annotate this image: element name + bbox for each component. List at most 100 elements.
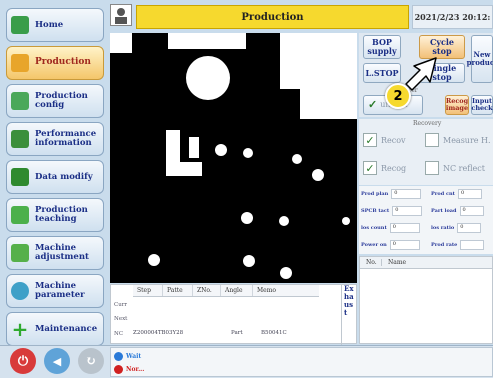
sidebar-item-machine-adjustment[interactable]: Machine adjustment [6,236,104,270]
exhaust-text: Exhaust [344,284,354,318]
message-wait: Wait [114,350,141,362]
sidebar-item-label: Data modify [35,171,93,182]
sidebar-item-machine-parameter[interactable]: Machine parameter [6,274,104,308]
stat-label: los count [361,225,387,231]
refresh-button[interactable]: ↻ [78,348,104,374]
col-name: Name [388,259,407,266]
recovery-title: Recovery [413,120,442,127]
check-icon: ✓ [363,161,377,175]
stat-prod-rate: Prod rate [431,239,485,251]
col-memo: Memo [257,287,276,294]
stat-label: los ratio [431,225,455,231]
program-list[interactable]: No. Name [359,256,493,344]
stat-value: 0 [459,206,484,216]
parameter-icon [11,282,29,300]
sidebar-item-data-modify[interactable]: Data modify [6,160,104,194]
col-step: Step [133,285,163,296]
stat-value: 0 [389,240,420,250]
bop-supply-button[interactable]: BOP supply [363,35,401,59]
stat-prod-cnt: Prod cnt 0 [431,188,482,200]
message-normal: Nor... [114,363,144,375]
new-product-button[interactable]: New product [467,35,493,83]
check-icon: ✓ [363,133,377,147]
row-label-next: Next [114,316,128,322]
datetime-display: 2021/2/23 20:12: [412,5,493,29]
camera-image-view [110,33,357,283]
cart-icon [11,92,29,110]
sidebar-item-label: Machine adjustment [35,243,89,262]
recov-toggle[interactable]: ✓ Recov [363,131,406,149]
pcb-recognition-image [110,33,357,283]
col-no: No. [360,259,382,266]
sidebar-item-label: Production config [35,91,88,110]
sidebar-item-label: Machine parameter [35,281,85,300]
col-angle: Angle [221,285,253,296]
nc-reflect-label: NC reflect [443,163,485,173]
sidebar-item-production[interactable]: Production [6,46,104,80]
input-check-button[interactable]: Input check [471,95,493,115]
info-icon [114,351,123,361]
message-text: Nor... [126,365,145,373]
stat-value: 0 [457,189,482,199]
nc-reflect-toggle[interactable]: ✓ NC reflect [425,159,485,177]
stat-value: 0 [392,206,423,216]
measure-label: Measure H. [443,135,491,145]
stat-spcb-tact: SPCB tact 0 [361,205,423,217]
speaker-icon: ◀ [52,354,62,368]
stat-value [460,240,485,250]
chart-icon [11,130,29,148]
nc-value: Z200004TB03Y28 [133,330,184,336]
sidebar-item-production-teaching[interactable]: Production teaching [6,198,104,232]
program-list-header: No. Name [360,257,492,269]
stat-value: 0 [457,223,482,233]
stat-label: Power on [361,242,387,248]
sidebar-item-maintenance[interactable]: + Maintenance [6,312,104,346]
production-icon [11,54,29,72]
recog-label: Recog [381,163,407,173]
stat-part-load: Part load 0 [431,205,484,217]
production-stats: Prod plan 0 Prod cnt 0 SPCB tact 0 Part loa… [359,186,493,254]
teaching-icon [11,206,29,224]
checkbox-icon: ✓ [425,161,439,175]
recog-image-button[interactable]: Recog image [445,95,469,115]
power-icon: ⏻ [17,353,29,369]
step-table: Step Patte ZNo. Angle Memo Curr Next NC … [110,284,357,345]
sidebar-item-performance[interactable]: Performance information [6,122,104,156]
l-stop-button[interactable]: L.STOP [363,63,401,83]
stat-value: 0 [391,189,422,199]
stat-value: 0 [389,223,420,233]
sidebar-item-home[interactable]: Home [6,8,104,42]
power-button[interactable]: ⏻ [10,348,36,374]
stat-power-on: Power on 0 [361,239,420,251]
sidebar-item-label: Maintenance [35,323,98,334]
stat-los-count: los count 0 [361,222,420,234]
sound-button[interactable]: ◀ [44,348,70,374]
sidebar-item-label: Production [35,57,91,68]
stat-label: SPCB tact [361,208,390,214]
sidebar-item-production-config[interactable]: Production config [6,84,104,118]
stat-label: Prod plan [361,191,389,197]
sidebar-item-label: Production teaching [35,205,88,224]
recovery-panel: Recovery ✓ Recov ✓ Measure H. ✓ Recog ✓ … [359,119,493,185]
stat-label: Part load [431,208,457,214]
page-title: Production [136,5,409,29]
operator-icon [115,8,127,24]
refresh-icon: ↻ [85,353,97,369]
annotation-badge: 2 [385,83,411,109]
stat-los-ratio: los ratio 0 [431,222,482,234]
plus-icon: + [11,317,29,341]
measure-toggle[interactable]: ✓ Measure H. [425,131,491,149]
message-text: Wait [126,352,142,360]
sidebar-item-label: Home [35,19,64,30]
col-zno: ZNo. [193,285,221,296]
recov-label: Recov [381,135,406,145]
sidebar-item-label: Performance information [35,129,97,148]
row-label-curr: Curr [114,302,128,308]
part-value: B50041C [261,330,287,336]
check-icon: ✓ [368,97,378,111]
row-label-nc: NC [114,331,124,337]
col-pattern: Patte [163,285,193,296]
recog-toggle[interactable]: ✓ Recog [363,159,406,177]
alert-icon [114,364,123,374]
message-area: Wait Nor... [110,347,493,377]
